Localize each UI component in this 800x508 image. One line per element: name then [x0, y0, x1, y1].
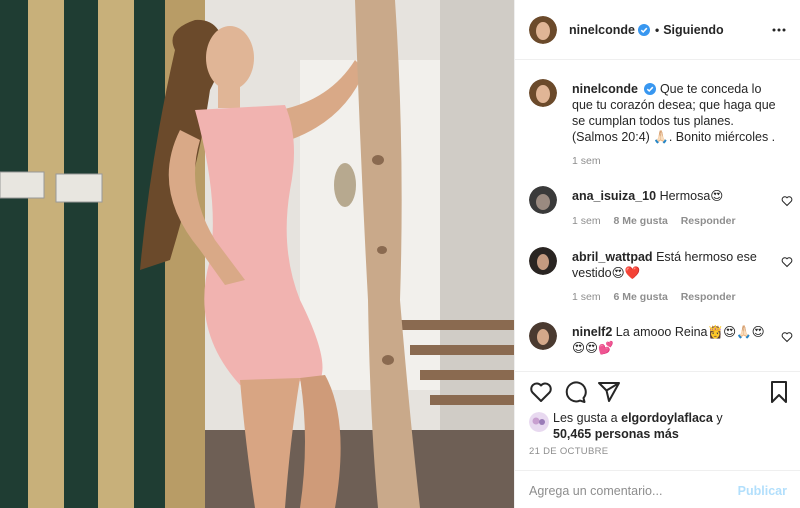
comment-username[interactable]: ana_isuiza_10: [572, 189, 656, 203]
comment-username[interactable]: abril_wattpad: [572, 250, 653, 264]
caption: ninelconde Que te conceda lo que tu cora…: [529, 79, 793, 179]
likes-connector: y: [716, 411, 723, 425]
share-icon[interactable]: [597, 380, 621, 404]
save-bookmark-icon[interactable]: [767, 380, 791, 404]
comment-item: abril_wattpad Está hermoso ese vestido😍❤…: [529, 247, 793, 311]
comment-meta: 1 sem 8 Me gusta Responder: [572, 215, 746, 227]
comment-meta: 1 sem 6 Me gusta Responder: [572, 291, 746, 303]
username-link[interactable]: ninelconde: [569, 23, 635, 37]
post-image: [0, 0, 514, 508]
verified-badge-icon: [644, 83, 657, 95]
heart-icon[interactable]: [781, 195, 793, 207]
reply-button[interactable]: Responder: [681, 291, 736, 303]
likes-prefix: Les gusta a: [553, 411, 618, 425]
follow-button[interactable]: Siguiendo: [663, 23, 723, 37]
avatar[interactable]: [529, 79, 557, 107]
more-options-icon[interactable]: [771, 22, 787, 38]
comment-text: Hermosa😍: [659, 189, 724, 203]
heart-icon[interactable]: [781, 256, 793, 268]
comment-likes[interactable]: 8 Me gusta: [614, 215, 668, 227]
likes-summary: Les gusta a elgordoylaflaca y 50,465 per…: [529, 410, 789, 444]
post-header: ninelconde • Siguiendo: [515, 0, 800, 60]
comment-item: ana_isuiza_10 Hermosa😍 1 sem 8 Me gusta …: [529, 186, 793, 236]
verified-badge-icon: [637, 23, 650, 36]
add-comment-bar: Agrega un comentario... Publicar: [515, 470, 800, 508]
instagram-post: ninelconde • Siguiendo ninelconde Que te…: [0, 0, 800, 508]
separator-dot: •: [654, 22, 660, 37]
post-sidebar: ninelconde • Siguiendo ninelconde Que te…: [514, 0, 800, 508]
comments-list[interactable]: ninelconde Que te conceda lo que tu cora…: [515, 61, 800, 371]
comment-time[interactable]: 1 sem: [572, 291, 601, 303]
caption-meta: 1 sem: [572, 155, 611, 167]
post-actions: Les gusta a elgordoylaflaca y 50,465 per…: [515, 371, 800, 441]
avatar[interactable]: [529, 15, 557, 44]
likes-count[interactable]: 50,465 personas más: [553, 427, 679, 441]
avatar[interactable]: [529, 186, 557, 214]
comment-username[interactable]: ninelf2: [572, 325, 612, 339]
comment-icon[interactable]: [563, 380, 587, 404]
avatar[interactable]: [529, 322, 557, 350]
caption-time[interactable]: 1 sem: [572, 155, 601, 167]
caption-username[interactable]: ninelconde: [572, 82, 638, 96]
comment-item: ninelf2 La amooo Reina👸😍🙏🏻😍😍😍💕: [529, 322, 793, 371]
reply-button[interactable]: Responder: [681, 215, 736, 227]
avatar[interactable]: [529, 247, 557, 275]
post-date[interactable]: 21 DE OCTUBRE: [529, 446, 608, 457]
liker-avatar[interactable]: [529, 412, 549, 432]
like-heart-icon[interactable]: [529, 380, 553, 404]
heart-icon[interactable]: [781, 331, 793, 343]
liker-username[interactable]: elgordoylaflaca: [621, 411, 713, 425]
comment-time[interactable]: 1 sem: [572, 215, 601, 227]
comment-input[interactable]: Agrega un comentario...: [529, 484, 662, 498]
publish-button[interactable]: Publicar: [738, 484, 787, 498]
comment-likes[interactable]: 6 Me gusta: [614, 291, 668, 303]
post-photo[interactable]: [0, 0, 514, 508]
